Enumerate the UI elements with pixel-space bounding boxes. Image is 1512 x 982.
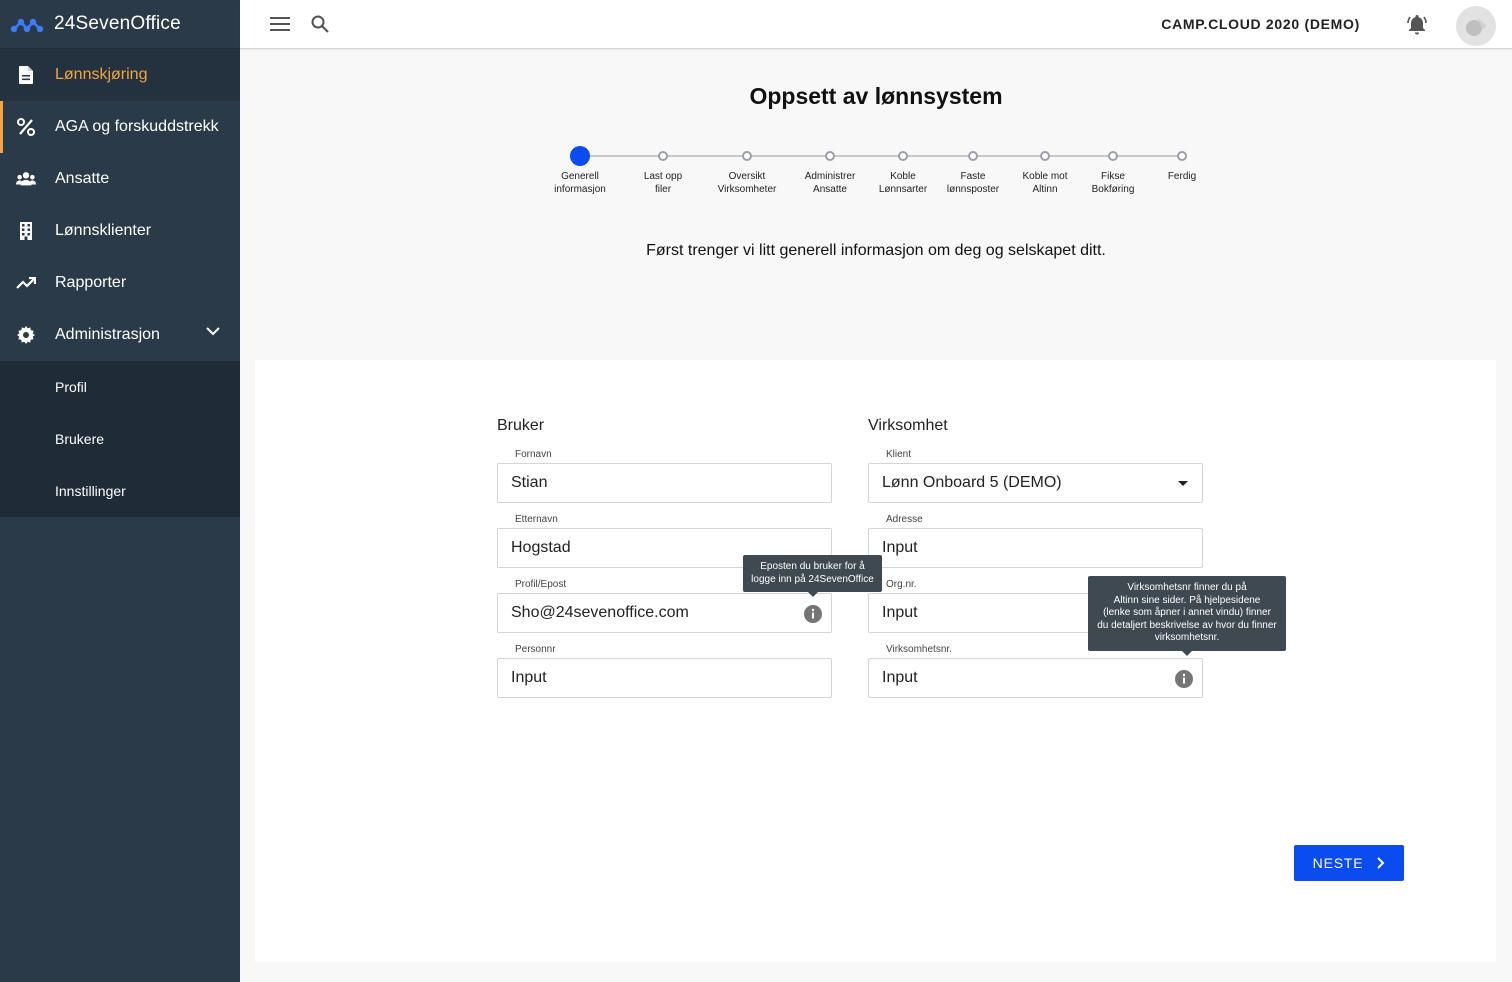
sidebar-item-administrasjon[interactable]: Administrasjon (0, 309, 240, 361)
step-faste-lonnsposter[interactable]: Faste lønnsposter (933, 146, 1013, 196)
brand-name: 24SevenOffice (54, 13, 181, 34)
virksomhetsnr-tooltip: Virksomhetsnr finner du på Altinn sine s… (1088, 576, 1286, 655)
step-dot (825, 151, 835, 161)
field-label: Personnr (515, 644, 556, 655)
chevron-down-icon (206, 327, 220, 336)
chevron-right-icon (1377, 857, 1385, 869)
sidebar-subitem-innstillinger[interactable]: Innstillinger (0, 465, 240, 517)
step-dot (898, 151, 908, 161)
form-card: Bruker Virksomhet Fornavn Stian Etternav… (255, 360, 1496, 962)
company-name[interactable]: CAMP.CLOUD 2020 (DEMO) (1161, 16, 1360, 32)
avatar[interactable] (1456, 6, 1496, 46)
adresse-input[interactable]: Input (868, 528, 1203, 568)
trending-icon (16, 273, 36, 293)
sidebar-item-label: Rapporter (55, 274, 127, 291)
intro-text: Først trenger vi litt generell informasj… (646, 242, 1106, 259)
admin-submenu: Profil Brukere Innstillinger (0, 361, 240, 517)
klient-select[interactable]: Lønn Onboard 5 (DEMO) (868, 463, 1203, 503)
sidebar-item-aga[interactable]: AGA og forskuddstrekk (0, 101, 240, 153)
klient-value: Lønn Onboard 5 (DEMO) (882, 474, 1062, 491)
step-dot (570, 146, 590, 166)
adresse-field: Adresse Input (868, 514, 1203, 568)
avatar-placeholder-icon (1466, 18, 1486, 36)
step-dot (1040, 151, 1050, 161)
search-icon[interactable] (311, 15, 329, 33)
sidebar-item-lonnsklienter[interactable]: Lønnsklienter (0, 205, 240, 257)
gear-icon (16, 325, 36, 345)
virksomhetsnr-field: Virksomhetsnr. Input (868, 644, 1203, 698)
step-dot (658, 151, 668, 161)
step-dot (1108, 151, 1118, 161)
sidebar-item-ansatte[interactable]: Ansatte (0, 153, 240, 205)
virksomhetsnr-input[interactable]: Input (868, 658, 1203, 698)
step-dot (742, 151, 752, 161)
info-icon[interactable] (1174, 669, 1194, 689)
bruker-section-title: Bruker (497, 417, 545, 434)
sidebar-item-label: Ansatte (55, 170, 110, 187)
step-koble-lonnsarter[interactable]: Koble Lønnsarter (863, 146, 943, 196)
sidebar-item-label: AGA og forskuddstrekk (55, 118, 219, 135)
field-label: Adresse (886, 514, 923, 525)
sidebar: 24SevenOffice Lønnskjøring AGA og forsku… (0, 0, 240, 982)
sidebar-item-label: Lønnskjøring (55, 66, 148, 83)
epost-value: Sho@24sevenoffice.com (511, 604, 689, 621)
page-title: Oppsett av lønnsystem (749, 83, 1003, 109)
step-generell-informasjon[interactable]: Generell informasjon (540, 146, 620, 196)
caret-down-icon (1178, 481, 1188, 486)
next-button[interactable]: NESTE (1294, 845, 1404, 881)
personnr-field: Personnr Input (497, 644, 832, 698)
percent-icon (16, 117, 36, 137)
step-ferdig[interactable]: Ferdig (1142, 146, 1222, 184)
sidebar-subitem-profil[interactable]: Profil (0, 361, 240, 413)
epost-tooltip: Eposten du bruker for å logge inn på 24S… (743, 555, 882, 597)
step-dot (1177, 151, 1187, 161)
sidebar-item-label: Administrasjon (55, 326, 160, 343)
step-oversikt-virksomheter[interactable]: Oversikt Virksomheter (707, 146, 787, 196)
field-label: Etternavn (515, 514, 558, 525)
epost-input[interactable]: Sho@24sevenoffice.com (497, 593, 832, 633)
virksomhet-section-title: Virksomhet (868, 417, 948, 434)
brand[interactable]: 24SevenOffice (0, 0, 240, 49)
brand-logo-icon (10, 18, 44, 33)
sidebar-item-rapporter[interactable]: Rapporter (0, 257, 240, 309)
building-icon (16, 221, 36, 241)
fornavn-field: Fornavn Stian (497, 449, 832, 503)
info-icon[interactable] (803, 604, 823, 624)
users-icon (16, 169, 36, 189)
document-icon (16, 65, 36, 85)
step-last-opp-filer[interactable]: Last opp filer (623, 146, 703, 196)
fornavn-input[interactable]: Stian (497, 463, 832, 503)
sidebar-item-label: Lønnsklienter (55, 222, 152, 239)
next-button-label: NESTE (1312, 855, 1364, 871)
field-label: Klient (886, 449, 912, 460)
setup-stepper: Generell informasjon Last opp filer Oversi… (540, 146, 1210, 206)
hamburger-menu-icon[interactable] (270, 15, 290, 33)
virksomhetsnr-value: Input (882, 669, 918, 686)
step-dot (968, 151, 978, 161)
sidebar-subitem-brukere[interactable]: Brukere (0, 413, 240, 465)
step-administrer-ansatte[interactable]: Administrer Ansatte (790, 146, 870, 196)
sidebar-item-lonnskjoring[interactable]: Lønnskjøring (0, 49, 240, 101)
bell-icon[interactable] (1406, 13, 1428, 35)
personnr-input[interactable]: Input (497, 658, 832, 698)
step-fikse-bokforing[interactable]: Fikse Bokføring (1073, 146, 1153, 196)
topbar: CAMP.CLOUD 2020 (DEMO) (240, 0, 1512, 49)
klient-field: Klient Lønn Onboard 5 (DEMO) (868, 449, 1203, 503)
field-label: Fornavn (515, 449, 552, 460)
